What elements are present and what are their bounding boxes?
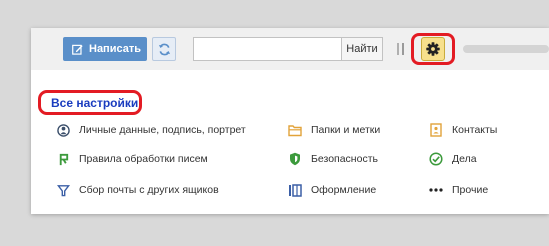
- settings-item-other[interactable]: Прочие: [429, 183, 488, 197]
- theme-icon: [288, 183, 302, 197]
- settings-item-label: Правила обработки писем: [79, 153, 208, 165]
- settings-item-label: Сбор почты с других ящиков: [79, 184, 219, 196]
- refresh-icon: [158, 43, 170, 55]
- compose-button[interactable]: Написать: [63, 37, 147, 61]
- settings-item-folders[interactable]: Папки и метки: [288, 123, 380, 137]
- settings-item-label: Безопасность: [311, 153, 378, 165]
- separator-bar: [402, 43, 404, 55]
- settings-item-label: Прочие: [452, 184, 489, 196]
- settings-item-label: Дела: [452, 153, 477, 165]
- settings-item-rules[interactable]: Правила обработки писем: [56, 152, 208, 166]
- funnel-icon: [56, 183, 70, 197]
- refresh-button[interactable]: [152, 37, 176, 61]
- settings-item-contacts[interactable]: Контакты: [429, 123, 497, 137]
- settings-item-collector[interactable]: Сбор почты с других ящиков: [56, 183, 219, 197]
- settings-item-personal[interactable]: Личные данные, подпись, портрет: [56, 123, 246, 137]
- filter-icon: [56, 152, 70, 166]
- pencil-icon: [72, 44, 83, 55]
- settings-item-theme[interactable]: Оформление: [288, 183, 376, 197]
- person-icon: [56, 123, 70, 137]
- settings-item-todo[interactable]: Дела: [429, 152, 477, 166]
- mail-window: Написать Найти Все настройки Личные данн…: [31, 28, 549, 214]
- search-button[interactable]: Найти: [341, 37, 383, 61]
- settings-item-label: Личные данные, подпись, портрет: [79, 124, 246, 136]
- toolbar: Написать Найти: [31, 28, 549, 70]
- settings-highlight-ring: [411, 33, 455, 65]
- settings-item-label: Оформление: [311, 184, 377, 196]
- check-circle-icon: [429, 152, 443, 166]
- folder-icon: [288, 123, 302, 137]
- search-button-label: Найти: [346, 43, 378, 55]
- settings-item-security[interactable]: Безопасность: [288, 152, 378, 166]
- user-account-blurred[interactable]: [463, 45, 549, 53]
- all-settings-link[interactable]: Все настройки: [51, 96, 138, 110]
- shield-icon: [288, 152, 302, 166]
- settings-item-label: Контакты: [452, 124, 498, 136]
- contacts-icon: [429, 123, 443, 137]
- dots-icon: [429, 183, 443, 197]
- separator-bar: [397, 43, 399, 55]
- compose-label: Написать: [89, 43, 141, 55]
- settings-item-label: Папки и метки: [311, 124, 381, 136]
- search-input[interactable]: [193, 37, 341, 61]
